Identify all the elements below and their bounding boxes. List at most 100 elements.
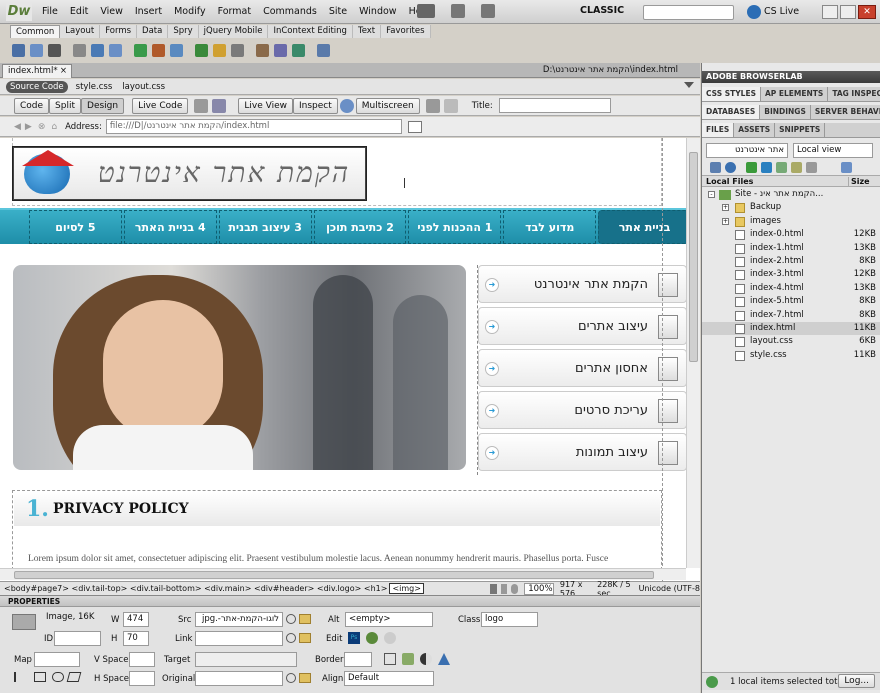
related-file-layout[interactable]: layout.css bbox=[122, 82, 165, 92]
border-input[interactable] bbox=[344, 652, 372, 667]
file-item[interactable]: index.html 11KB bbox=[702, 321, 880, 336]
widget-icon[interactable] bbox=[170, 43, 183, 57]
menu-site[interactable]: Site bbox=[329, 6, 347, 17]
insert-tab-3[interactable]: Data bbox=[137, 25, 169, 38]
file-item[interactable]: index-4.html 13KB bbox=[702, 282, 880, 295]
multiscreen-button[interactable]: Multiscreen bbox=[355, 97, 420, 114]
link-folder-icon[interactable] bbox=[299, 633, 311, 643]
local-files-column[interactable]: Local Files bbox=[706, 177, 753, 186]
link-point-icon[interactable] bbox=[286, 633, 296, 643]
workspace-switcher[interactable]: CLASSIC bbox=[580, 5, 624, 16]
design-view[interactable]: הקמת אתר אינטרנט בניית אתר מדוע לבד 1 ההכנ… bbox=[0, 138, 700, 581]
src-input[interactable]: לוגו-הקמת-אתר-.jpg bbox=[195, 612, 283, 627]
menu-window[interactable]: Window bbox=[359, 6, 396, 17]
nav-item-2[interactable]: 1 ההכנות לפני bbox=[408, 210, 502, 244]
browse-folder-icon[interactable] bbox=[299, 614, 311, 624]
split-view-button[interactable]: Split bbox=[49, 97, 82, 114]
original-point-icon[interactable] bbox=[286, 673, 296, 683]
height-input[interactable]: 70 bbox=[123, 631, 149, 646]
email-link-icon[interactable] bbox=[30, 43, 43, 57]
point-to-file-icon[interactable] bbox=[286, 614, 296, 624]
photoshop-edit-icon[interactable]: Ps bbox=[348, 632, 360, 644]
visual-aids-icon[interactable] bbox=[212, 98, 227, 113]
panel-tab-files[interactable]: FILES bbox=[702, 123, 735, 137]
log-button[interactable]: Log... bbox=[838, 674, 875, 688]
browser-compat-icon[interactable] bbox=[194, 98, 209, 113]
menu-view[interactable]: View bbox=[100, 6, 123, 17]
alt-select[interactable]: <empty> bbox=[345, 612, 433, 627]
side-menu-item-2[interactable]: ➜ אחסון אתרים bbox=[478, 349, 687, 387]
side-menu-item-0[interactable]: ➜ הקמת אתר אינטרנט bbox=[478, 265, 687, 303]
gear-icon[interactable] bbox=[451, 4, 465, 18]
refresh-files-icon[interactable] bbox=[725, 161, 736, 173]
put-files-icon[interactable] bbox=[761, 161, 772, 173]
refresh-icon[interactable] bbox=[425, 98, 440, 113]
templates-icon[interactable] bbox=[292, 43, 305, 57]
nav-item-0[interactable]: בניית אתר bbox=[598, 210, 691, 244]
hspace-input[interactable] bbox=[129, 671, 155, 686]
cslive-icon[interactable] bbox=[747, 5, 761, 19]
expand-panel-icon[interactable] bbox=[841, 161, 852, 173]
related-file-style[interactable]: style.css bbox=[76, 82, 113, 92]
panel-tab-ap-elements[interactable]: AP ELEMENTS bbox=[761, 87, 829, 101]
insert-tab-4[interactable]: Spry bbox=[168, 25, 199, 38]
home-icon[interactable]: ⌂ bbox=[51, 122, 57, 132]
head-icon[interactable] bbox=[256, 43, 269, 57]
get-files-icon[interactable] bbox=[746, 161, 757, 173]
hand-tool-icon[interactable] bbox=[500, 583, 508, 594]
file-item[interactable]: index-5.html 8KB bbox=[702, 295, 880, 308]
site-select[interactable]: אתר אינטרנט bbox=[706, 142, 788, 158]
media-icon[interactable] bbox=[152, 43, 165, 57]
title-input[interactable] bbox=[498, 98, 611, 113]
forward-icon[interactable]: ▶ bbox=[25, 122, 32, 132]
crop-icon[interactable] bbox=[384, 653, 396, 665]
address-options-icon[interactable] bbox=[407, 120, 422, 133]
insert-tab-0[interactable]: Common bbox=[10, 25, 61, 38]
preview-icon[interactable] bbox=[339, 98, 354, 113]
menu-file[interactable]: File bbox=[42, 6, 58, 17]
file-item[interactable]: index-3.html 12KB bbox=[702, 268, 880, 281]
code-view-button[interactable]: Code bbox=[14, 97, 50, 114]
nav-item-5[interactable]: 4 בניית האתר bbox=[123, 210, 217, 244]
selected-tag[interactable]: <img> bbox=[389, 583, 424, 594]
insert-tab-5[interactable]: jQuery Mobile bbox=[199, 25, 269, 38]
insert-tab-1[interactable]: Layout bbox=[60, 25, 101, 38]
brightness-icon[interactable] bbox=[420, 653, 432, 665]
check-out-icon[interactable] bbox=[776, 161, 787, 173]
insert-tab-8[interactable]: Favorites bbox=[381, 25, 431, 38]
size-column[interactable]: Size bbox=[848, 176, 870, 186]
file-item[interactable]: index-0.html 12KB bbox=[702, 228, 880, 241]
back-icon[interactable]: ◀ bbox=[14, 122, 21, 132]
document-tab[interactable]: index.html* × bbox=[2, 64, 72, 78]
file-item[interactable]: index-1.html 13KB bbox=[702, 242, 880, 255]
insert-tab-7[interactable]: Text bbox=[353, 25, 382, 38]
target-select[interactable] bbox=[195, 652, 297, 667]
date-icon[interactable] bbox=[195, 43, 208, 57]
site-root[interactable]: - Site - הקמת אתר אינ... bbox=[702, 188, 880, 201]
resample-icon[interactable] bbox=[402, 653, 414, 665]
menu-edit[interactable]: Edit bbox=[70, 6, 88, 17]
panel-tab-server-behaviors[interactable]: SERVER BEHAVIORS bbox=[811, 105, 880, 119]
panel-tab-bindings[interactable]: BINDINGS bbox=[760, 105, 811, 119]
panel-tab-assets[interactable]: ASSETS bbox=[734, 123, 776, 137]
script-icon[interactable] bbox=[274, 43, 287, 57]
panel-tab-tag-inspector[interactable]: TAG INSPECTOR bbox=[828, 87, 880, 101]
menu-insert[interactable]: Insert bbox=[135, 6, 162, 17]
site-icon[interactable] bbox=[481, 4, 495, 18]
align-select[interactable]: Default bbox=[344, 671, 434, 686]
rect-hotspot-icon[interactable] bbox=[34, 672, 46, 682]
width-input[interactable]: 474 bbox=[123, 612, 149, 627]
sharpen-icon[interactable] bbox=[438, 653, 450, 665]
panel-tab-snippets[interactable]: SNIPPETS bbox=[775, 123, 826, 137]
live-view-button[interactable]: Live View bbox=[238, 97, 293, 114]
menu-format[interactable]: Format bbox=[218, 6, 251, 17]
check-in-icon[interactable] bbox=[791, 161, 802, 173]
original-folder-icon[interactable] bbox=[299, 673, 311, 683]
expand-icon[interactable]: + bbox=[722, 204, 729, 212]
file-item[interactable]: index-2.html 8KB bbox=[702, 255, 880, 268]
vspace-input[interactable] bbox=[129, 652, 155, 667]
close-tab-icon[interactable]: × bbox=[60, 65, 67, 78]
menu-commands[interactable]: Commands bbox=[263, 6, 317, 17]
restore-icon[interactable] bbox=[840, 5, 856, 19]
images-icon[interactable] bbox=[134, 43, 147, 57]
